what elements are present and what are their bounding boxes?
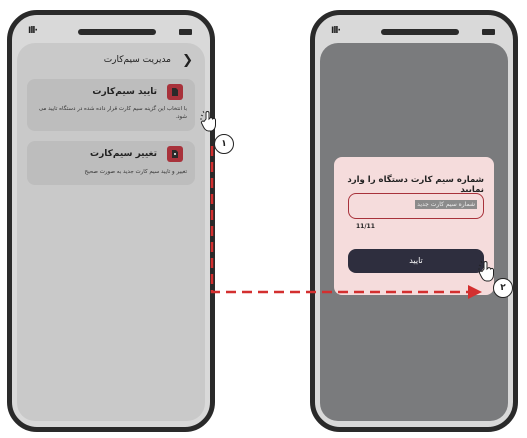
input-placeholder: شماره سیم کارت جدید xyxy=(415,200,477,209)
battery-icon xyxy=(179,29,192,35)
step-two-badge: ۲ xyxy=(493,278,513,298)
screen-sim-management: مدیریت سیم‌کارت ❯ تایید سیم‌کارت با انتخ… xyxy=(17,43,205,421)
card-description: تغییر و تایید سیم کارت جدید به صورت صحیح xyxy=(84,169,187,175)
sim-number-dialog: شماره سیم کارت دستگاه را وارد نمایید شما… xyxy=(334,157,494,295)
notch xyxy=(381,29,459,35)
step-one-badge: ۱ xyxy=(214,134,234,154)
signal-icon: Ill· xyxy=(28,26,38,36)
card-change-sim[interactable]: تغییر سیم‌کارت تغییر و تایید سیم کارت جد… xyxy=(27,141,195,185)
card-verify-sim[interactable]: تایید سیم‌کارت با انتخاب این گزینه سیم ک… xyxy=(27,79,195,131)
header: مدیریت سیم‌کارت ❯ xyxy=(17,53,205,71)
phone-right: Ill· شماره سیم کارت دستگاه را وارد نمایی… xyxy=(310,10,518,432)
signal-icon: Ill· xyxy=(331,26,341,36)
battery-icon xyxy=(482,29,495,35)
page-title: مدیریت سیم‌کارت xyxy=(103,55,171,65)
screen-overlay: شماره سیم کارت دستگاه را وارد نمایید شما… xyxy=(320,43,508,421)
card-title: تایید سیم‌کارت xyxy=(92,87,157,97)
card-title: تغییر سیم‌کارت xyxy=(90,149,157,159)
tap-hand-icon xyxy=(200,110,216,132)
submit-button[interactable]: تایید xyxy=(348,249,484,273)
sim-change-icon xyxy=(167,146,183,162)
dialog-title: شماره سیم کارت دستگاه را وارد نمایید xyxy=(347,175,484,195)
sim-number-input[interactable]: شماره سیم کارت جدید xyxy=(348,193,484,219)
card-description: با انتخاب این گزینه سیم کارت قرار داده ش… xyxy=(38,106,187,120)
status-bar: Ill· xyxy=(28,26,194,37)
status-bar: Ill· xyxy=(331,26,497,37)
char-counter: 11/11 xyxy=(356,223,375,230)
notch xyxy=(78,29,156,35)
sim-card-icon xyxy=(167,84,183,100)
chevron-right-icon[interactable]: ❯ xyxy=(182,53,193,68)
phone-left: Ill· مدیریت سیم‌کارت ❯ تایید سیم‌کارت با… xyxy=(7,10,215,432)
